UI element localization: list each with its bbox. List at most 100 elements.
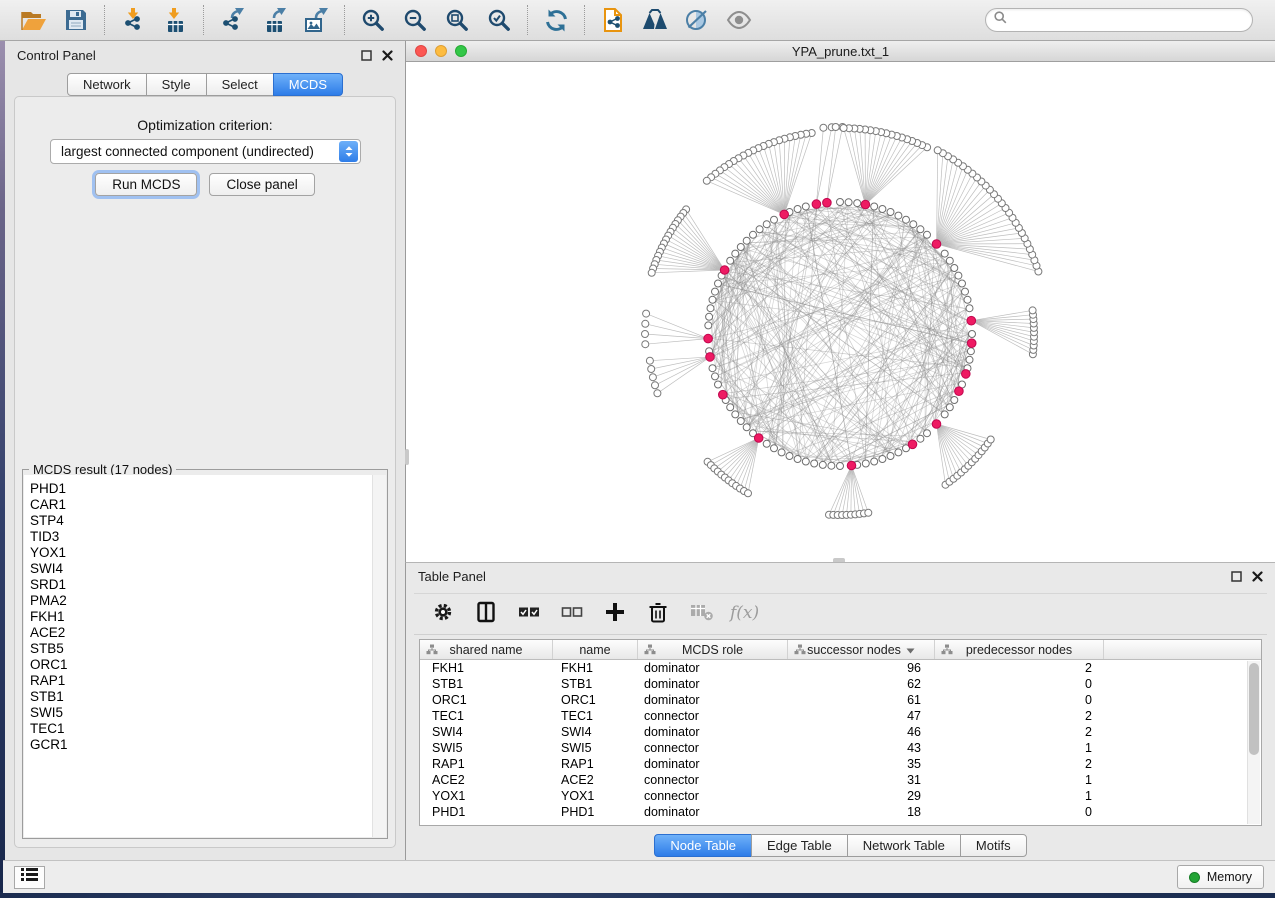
network-canvas[interactable] bbox=[406, 62, 1275, 562]
export-network-button[interactable] bbox=[217, 5, 247, 35]
table-close-icon[interactable] bbox=[1252, 571, 1263, 582]
zoom-fit-button[interactable] bbox=[442, 5, 472, 35]
export-image-button[interactable] bbox=[301, 5, 331, 35]
table-row-FKH1[interactable]: FKH1FKH1dominator962 bbox=[420, 660, 1261, 676]
table-row-RAP1[interactable]: RAP1RAP1dominator352 bbox=[420, 756, 1261, 772]
table-row-ACE2[interactable]: ACE2ACE2connector311 bbox=[420, 772, 1261, 788]
refresh-button[interactable] bbox=[541, 5, 571, 35]
mcds-result-item[interactable]: STP4 bbox=[30, 513, 386, 529]
mcds-hub-node[interactable] bbox=[908, 440, 917, 449]
export-table-button[interactable] bbox=[259, 5, 289, 35]
mcds-hub-node[interactable] bbox=[932, 240, 941, 249]
import-network-button[interactable] bbox=[118, 5, 148, 35]
memory-button[interactable]: Memory bbox=[1177, 865, 1264, 889]
table-row-SWI5[interactable]: SWI5SWI5connector431 bbox=[420, 740, 1261, 756]
column-header-MCDS-role[interactable]: MCDS role bbox=[638, 640, 788, 659]
search-box[interactable] bbox=[985, 8, 1253, 32]
close-panel-button[interactable]: Close panel bbox=[209, 173, 314, 196]
column-header-predecessor-nodes[interactable]: predecessor nodes bbox=[935, 640, 1104, 659]
mcds-result-item[interactable]: CAR1 bbox=[30, 497, 386, 513]
maximize-traffic-light[interactable] bbox=[455, 45, 467, 57]
criterion-select[interactable]: largest connected component (undirected) bbox=[50, 139, 361, 164]
tab-node-table[interactable]: Node Table bbox=[654, 834, 752, 857]
table-row-YOX1[interactable]: YOX1YOX1connector291 bbox=[420, 788, 1261, 804]
table-row-SWI4[interactable]: SWI4SWI4dominator462 bbox=[420, 724, 1261, 740]
mcds-hub-node[interactable] bbox=[720, 266, 729, 275]
table-scrollbar-thumb[interactable] bbox=[1249, 663, 1259, 755]
mcds-hub-node[interactable] bbox=[823, 198, 832, 207]
close-traffic-light[interactable] bbox=[415, 45, 427, 57]
mcds-hub-node[interactable] bbox=[780, 210, 789, 219]
tab-motifs[interactable]: Motifs bbox=[960, 834, 1027, 857]
show-graphics-details-button[interactable] bbox=[724, 5, 754, 35]
mcds-hub-node[interactable] bbox=[754, 434, 763, 443]
column-header-successor-nodes[interactable]: successor nodes bbox=[788, 640, 935, 659]
mcds-result-item[interactable]: ORC1 bbox=[30, 657, 386, 673]
column-header-shared-name[interactable]: shared name bbox=[420, 640, 553, 659]
mcds-result-item[interactable]: PMA2 bbox=[30, 593, 386, 609]
mcds-result-item[interactable]: STB5 bbox=[30, 641, 386, 657]
mcds-hub-node[interactable] bbox=[719, 390, 728, 399]
minimize-traffic-light[interactable] bbox=[435, 45, 447, 57]
mcds-result-item[interactable]: TID3 bbox=[30, 529, 386, 545]
mcds-hub-node[interactable] bbox=[967, 339, 976, 348]
search-input[interactable] bbox=[1013, 13, 1244, 27]
delete-row-button[interactable] bbox=[645, 601, 671, 627]
add-row-button[interactable] bbox=[602, 601, 628, 627]
close-icon[interactable] bbox=[382, 50, 393, 61]
zoom-selected-button[interactable] bbox=[484, 5, 514, 35]
mcds-result-item[interactable]: RAP1 bbox=[30, 673, 386, 689]
table-row-ORC1[interactable]: ORC1ORC1dominator610 bbox=[420, 692, 1261, 708]
mcds-hub-node[interactable] bbox=[962, 370, 971, 379]
save-session-button[interactable] bbox=[61, 5, 91, 35]
mcds-hub-node[interactable] bbox=[861, 200, 870, 209]
mcds-hub-node[interactable] bbox=[704, 334, 713, 343]
mcds-result-item[interactable]: STB1 bbox=[30, 689, 386, 705]
import-table-button[interactable] bbox=[160, 5, 190, 35]
splitter-grip-vertical[interactable] bbox=[405, 449, 409, 465]
mcds-hub-node[interactable] bbox=[955, 387, 964, 396]
tab-edge-table[interactable]: Edge Table bbox=[751, 834, 848, 857]
table-row-STB1[interactable]: STB1STB1dominator620 bbox=[420, 676, 1261, 692]
mcds-hub-node[interactable] bbox=[932, 420, 941, 429]
zoom-out-button[interactable] bbox=[400, 5, 430, 35]
mcds-result-item[interactable]: SWI4 bbox=[30, 561, 386, 577]
mcds-result-item[interactable]: SWI5 bbox=[30, 705, 386, 721]
mcds-result-item[interactable]: YOX1 bbox=[30, 545, 386, 561]
network-window-titlebar[interactable]: YPA_prune.txt_1 bbox=[406, 41, 1275, 62]
mcds-result-item[interactable]: ACE2 bbox=[30, 625, 386, 641]
column-header-name[interactable]: name bbox=[553, 640, 638, 659]
share-network-button[interactable] bbox=[598, 5, 628, 35]
mcds-result-scrollbar[interactable] bbox=[372, 475, 386, 837]
tab-network[interactable]: Network bbox=[67, 73, 147, 96]
tab-style[interactable]: Style bbox=[146, 73, 207, 96]
columns-button[interactable] bbox=[473, 601, 499, 627]
tab-select[interactable]: Select bbox=[206, 73, 274, 96]
mcds-hub-node[interactable] bbox=[847, 461, 856, 470]
tab-mcds[interactable]: MCDS bbox=[273, 73, 343, 96]
hide-graphics-details-button[interactable] bbox=[682, 5, 712, 35]
mcds-hub-node[interactable] bbox=[967, 316, 976, 325]
settings-button[interactable] bbox=[430, 601, 456, 627]
overview-button[interactable] bbox=[640, 5, 670, 35]
tab-network-table[interactable]: Network Table bbox=[847, 834, 961, 857]
select-all-button[interactable] bbox=[516, 601, 542, 627]
mcds-hub-node[interactable] bbox=[706, 353, 715, 362]
zoom-in-button[interactable] bbox=[358, 5, 388, 35]
unselect-all-button[interactable] bbox=[559, 601, 585, 627]
mcds-result-item[interactable]: GCR1 bbox=[30, 737, 386, 753]
mcds-result-item[interactable]: FKH1 bbox=[30, 609, 386, 625]
table-scrollbar[interactable] bbox=[1247, 661, 1260, 824]
run-mcds-button[interactable]: Run MCDS bbox=[95, 173, 197, 196]
mcds-hub-node[interactable] bbox=[812, 200, 821, 209]
table-row-PHD1[interactable]: PHD1PHD1dominator180 bbox=[420, 804, 1261, 820]
table-float-icon[interactable] bbox=[1231, 571, 1242, 582]
mcds-result-list[interactable]: PHD1CAR1STP4TID3YOX1SWI4SRD1PMA2FKH1ACE2… bbox=[24, 475, 386, 837]
mcds-result-item[interactable]: SRD1 bbox=[30, 577, 386, 593]
float-icon[interactable] bbox=[361, 50, 372, 61]
task-history-button[interactable] bbox=[14, 866, 45, 889]
open-file-button[interactable] bbox=[19, 5, 49, 35]
table-row-TEC1[interactable]: TEC1TEC1connector472 bbox=[420, 708, 1261, 724]
mcds-result-item[interactable]: TEC1 bbox=[30, 721, 386, 737]
mcds-result-item[interactable]: PHD1 bbox=[30, 481, 386, 497]
